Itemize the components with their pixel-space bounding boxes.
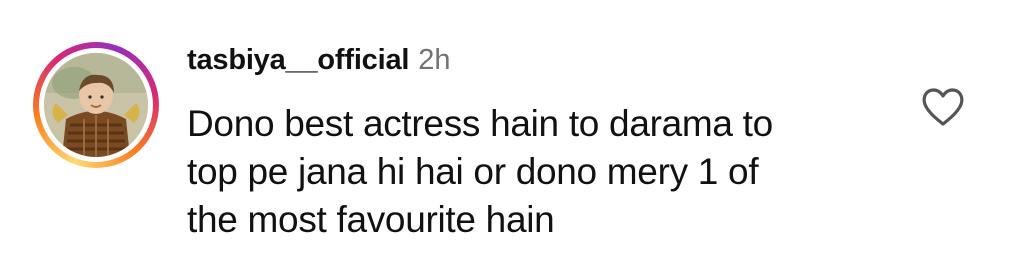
like-button[interactable]: [921, 87, 965, 127]
comment-text-line: the most favourite hain: [187, 199, 555, 240]
comment-text-line: top pe jana hi hai or dono mery 1 of: [187, 151, 759, 192]
heart-outline-icon: [922, 88, 964, 126]
avatar-story-ring[interactable]: [33, 42, 159, 168]
comment-row: tasbiya__official 2h Dono best actress h…: [0, 0, 1024, 256]
comment-header: tasbiya__official 2h: [187, 44, 451, 84]
avatar[interactable]: [44, 53, 148, 157]
comment-text-line: Dono best actress hain to darama to: [187, 103, 773, 144]
avatar-photo: [44, 53, 148, 157]
username-link[interactable]: tasbiya__official: [187, 44, 409, 77]
comment-text: Dono best actress hain to darama to top …: [187, 100, 887, 244]
comment-timestamp[interactable]: 2h: [418, 44, 450, 77]
